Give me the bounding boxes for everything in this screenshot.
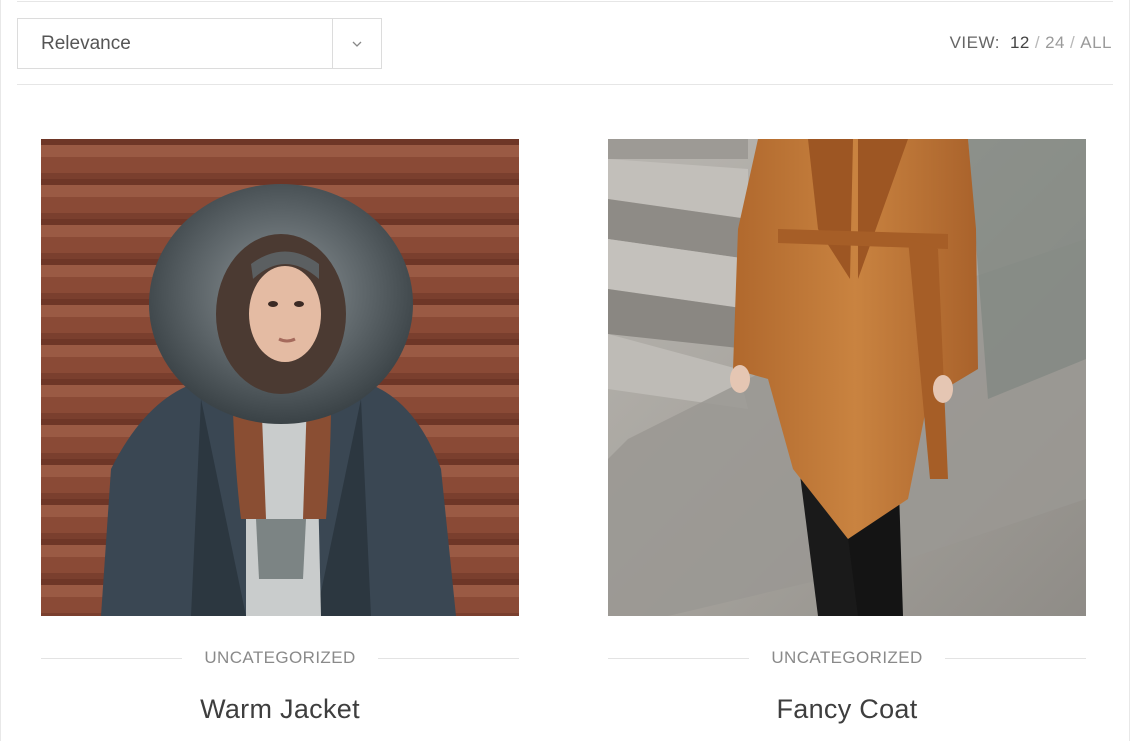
sort-selected-value: Relevance <box>41 33 131 54</box>
category-line-left <box>41 657 183 659</box>
view-separator: / <box>1070 33 1076 52</box>
product-card: UNCATEGORIZED Warm Jacket <box>41 139 519 725</box>
product-image[interactable] <box>608 139 1086 616</box>
product-category[interactable]: UNCATEGORIZED <box>749 648 944 668</box>
category-line-right <box>944 657 1086 659</box>
view-option-24[interactable]: 24 <box>1045 33 1065 53</box>
view-label: VIEW: <box>949 33 1000 52</box>
sort-dropdown-toggle[interactable] <box>332 19 381 68</box>
product-title[interactable]: Warm Jacket <box>41 694 519 725</box>
view-per-page: VIEW: 12 / 24 / ALL <box>950 33 1112 53</box>
chevron-down-icon <box>352 41 362 47</box>
category-line-right <box>377 657 519 659</box>
product-category[interactable]: UNCATEGORIZED <box>182 648 377 668</box>
product-card: UNCATEGORIZED Fancy Coat <box>608 139 1086 725</box>
product-title[interactable]: Fancy Coat <box>608 694 1086 725</box>
view-option-all[interactable]: ALL <box>1080 33 1112 53</box>
view-separator: / <box>1034 33 1041 52</box>
category-line-left <box>608 657 750 659</box>
product-photo-warm-jacket <box>41 139 519 616</box>
sort-select[interactable]: Relevance <box>17 18 382 69</box>
category-row: UNCATEGORIZED <box>608 648 1086 668</box>
top-divider <box>17 1 1113 2</box>
product-image[interactable] <box>41 139 519 616</box>
product-photo-fancy-coat <box>608 139 1086 616</box>
view-option-12[interactable]: 12 <box>1010 33 1030 53</box>
category-row: UNCATEGORIZED <box>41 648 519 668</box>
toolbar-divider <box>17 84 1113 85</box>
